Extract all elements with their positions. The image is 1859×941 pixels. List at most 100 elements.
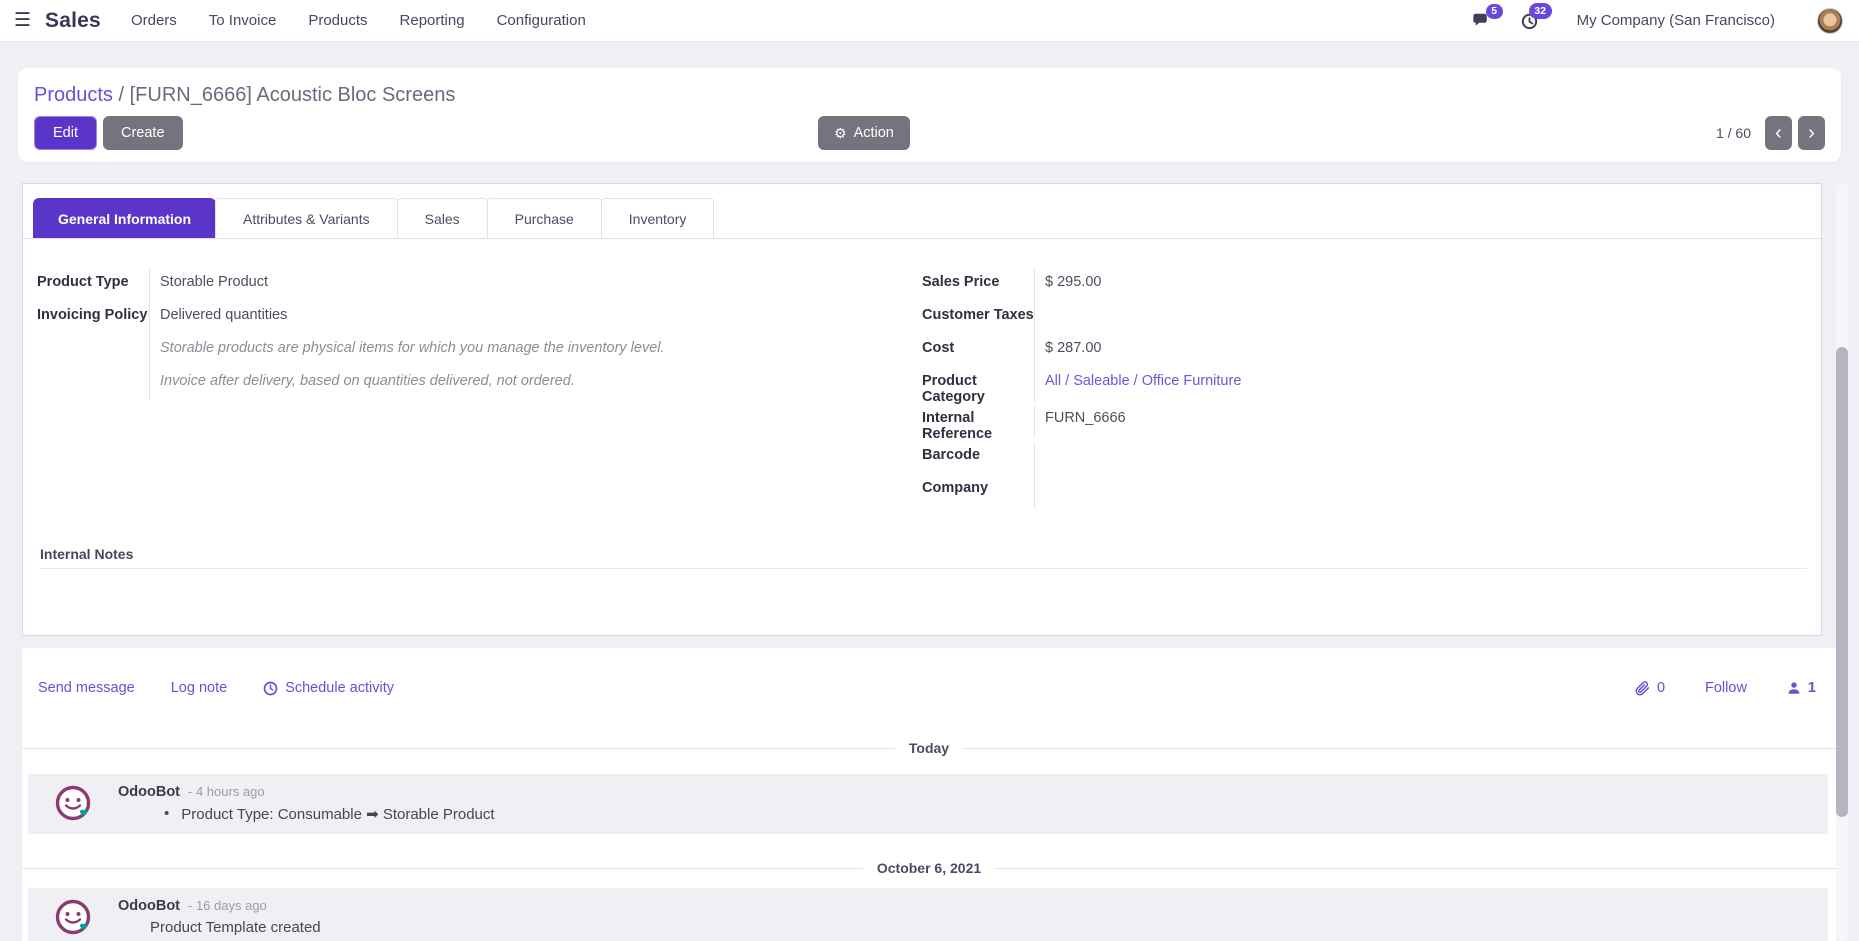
person-icon bbox=[1787, 681, 1801, 695]
user-avatar[interactable] bbox=[1817, 8, 1843, 34]
field-label: Invoicing Policy bbox=[37, 302, 149, 323]
tab-purchase[interactable]: Purchase bbox=[487, 198, 602, 238]
field-value: $ 287.00 bbox=[1034, 335, 1807, 368]
menu-item-to-invoice[interactable]: To Invoice bbox=[209, 12, 277, 29]
menu-item-reporting[interactable]: Reporting bbox=[400, 12, 465, 29]
tracking-change-text: Product Type: Consumable ➡ Storable Prod… bbox=[181, 805, 494, 823]
action-button[interactable]: ⚙ Action bbox=[818, 116, 910, 150]
field-value bbox=[1034, 475, 1807, 508]
form-right-column: Sales Price $ 295.00 Customer Taxes Cost… bbox=[922, 269, 1807, 508]
general-information-panel: Product Type Storable Product Invoicing … bbox=[23, 239, 1821, 508]
internal-notes-divider bbox=[40, 568, 1807, 569]
field-barcode: Barcode bbox=[922, 442, 1807, 475]
pager-value[interactable]: 1 / 60 bbox=[1716, 125, 1751, 141]
create-button[interactable]: Create bbox=[103, 116, 183, 150]
tab-attributes-variants[interactable]: Attributes & Variants bbox=[215, 198, 398, 238]
paperclip-icon bbox=[1635, 681, 1650, 696]
field-value: $ 295.00 bbox=[1034, 269, 1807, 302]
message-timestamp: - 4 hours ago bbox=[188, 784, 265, 799]
breadcrumb-products-link[interactable]: Products bbox=[34, 84, 113, 106]
pager-next-button[interactable]: › bbox=[1798, 116, 1825, 150]
send-message-button[interactable]: Send message bbox=[38, 680, 135, 696]
field-label: Cost bbox=[922, 335, 1034, 356]
tab-general-information[interactable]: General Information bbox=[33, 198, 216, 238]
field-value: Storable Product bbox=[149, 269, 922, 302]
schedule-activity-button[interactable]: Schedule activity bbox=[263, 680, 394, 696]
attachment-count: 0 bbox=[1657, 680, 1665, 696]
menu-item-orders[interactable]: Orders bbox=[131, 12, 177, 29]
control-panel-buttons: Edit Create ⚙ Action 1 / 60 ‹ › bbox=[34, 116, 1825, 150]
date-divider-label: Today bbox=[909, 740, 949, 756]
activities-button[interactable]: 32 bbox=[1520, 11, 1539, 30]
bullet: • bbox=[164, 805, 169, 823]
messages-button[interactable]: 5 bbox=[1471, 12, 1490, 30]
odoobot-avatar bbox=[54, 898, 92, 936]
pager-previous-button[interactable]: ‹ bbox=[1765, 116, 1792, 150]
message-author[interactable]: OdooBot bbox=[118, 898, 180, 914]
tab-sales[interactable]: Sales bbox=[397, 198, 488, 238]
log-note-button[interactable]: Log note bbox=[171, 680, 227, 696]
product-type-help-text: Storable products are physical items for… bbox=[149, 335, 922, 368]
invoicing-policy-help-row: Invoice after delivery, based on quantit… bbox=[37, 368, 922, 401]
menu-item-configuration[interactable]: Configuration bbox=[497, 12, 586, 29]
gear-icon: ⚙ bbox=[834, 126, 847, 140]
form-sheet: General Information Attributes & Variant… bbox=[22, 183, 1822, 636]
company-switcher[interactable]: My Company (San Francisco) bbox=[1577, 12, 1775, 29]
message-timestamp: - 16 days ago bbox=[188, 898, 267, 913]
messages-badge: 5 bbox=[1486, 4, 1503, 20]
schedule-activity-label: Schedule activity bbox=[285, 680, 394, 696]
field-label: Internal Reference bbox=[922, 405, 1034, 442]
field-label: Company bbox=[922, 475, 1034, 496]
main-menu: Orders To Invoice Products Reporting Con… bbox=[131, 12, 586, 29]
date-divider-label: October 6, 2021 bbox=[877, 860, 981, 876]
field-cost: Cost $ 287.00 bbox=[922, 335, 1807, 368]
message-body: • Product Type: Consumable ➡ Storable Pr… bbox=[164, 805, 1814, 823]
date-divider-today: Today bbox=[22, 740, 1836, 756]
app-name[interactable]: Sales bbox=[45, 9, 101, 33]
notebook-tabs: General Information Attributes & Variant… bbox=[23, 184, 1821, 239]
schedule-clock-icon bbox=[263, 681, 278, 696]
control-panel: Products / [FURN_6666] Acoustic Bloc Scr… bbox=[18, 68, 1841, 162]
chatter: Send message Log note Schedule activity … bbox=[22, 648, 1836, 941]
field-label: Product Type bbox=[37, 269, 149, 290]
field-label: Product Category bbox=[922, 368, 1034, 405]
follow-button[interactable]: Follow bbox=[1705, 680, 1747, 696]
field-label: Sales Price bbox=[922, 269, 1034, 290]
field-value bbox=[1034, 302, 1807, 335]
field-value: Delivered quantities bbox=[149, 302, 922, 335]
field-sales-price: Sales Price $ 295.00 bbox=[922, 269, 1807, 302]
breadcrumb-separator: / bbox=[119, 84, 125, 106]
breadcrumb: Products / [FURN_6666] Acoustic Bloc Scr… bbox=[34, 82, 1825, 108]
field-product-type: Product Type Storable Product bbox=[37, 269, 922, 302]
message-item: OdooBot - 4 hours ago • Product Type: Co… bbox=[28, 774, 1828, 834]
vertical-scrollbar-track[interactable] bbox=[1836, 183, 1848, 941]
product-category-link[interactable]: All / Saleable / Office Furniture bbox=[1034, 368, 1807, 401]
field-value: FURN_6666 bbox=[1034, 405, 1807, 438]
product-type-help-row: Storable products are physical items for… bbox=[37, 335, 922, 368]
navbar-right: 5 32 My Company (San Francisco) bbox=[1471, 8, 1847, 34]
follower-count: 1 bbox=[1808, 680, 1816, 696]
tracking-change-text: Product Template created bbox=[150, 919, 321, 936]
pager: 1 / 60 ‹ › bbox=[1716, 116, 1825, 150]
hamburger-menu-icon[interactable]: ☰ bbox=[14, 9, 31, 32]
breadcrumb-current: [FURN_6666] Acoustic Bloc Screens bbox=[130, 84, 456, 106]
edit-button[interactable]: Edit bbox=[34, 116, 97, 150]
message-author[interactable]: OdooBot bbox=[118, 784, 180, 800]
tab-inventory[interactable]: Inventory bbox=[601, 198, 715, 238]
activities-badge: 32 bbox=[1529, 3, 1552, 19]
vertical-scrollbar-thumb[interactable] bbox=[1836, 347, 1848, 817]
field-company: Company bbox=[922, 475, 1807, 508]
message-body: Product Template created bbox=[150, 919, 1814, 936]
followers-button[interactable]: 1 bbox=[1787, 680, 1816, 696]
field-label: Customer Taxes bbox=[922, 302, 1034, 323]
menu-item-products[interactable]: Products bbox=[308, 12, 367, 29]
chatter-right-toolbar: 0 Follow 1 bbox=[1635, 680, 1826, 696]
form-left-column: Product Type Storable Product Invoicing … bbox=[37, 269, 922, 508]
internal-notes-section: Internal Notes bbox=[40, 546, 1807, 569]
attachments-button[interactable]: 0 bbox=[1635, 680, 1665, 696]
field-customer-taxes: Customer Taxes bbox=[922, 302, 1807, 335]
top-navbar: ☰ Sales Orders To Invoice Products Repor… bbox=[0, 0, 1859, 42]
chatter-toolbar: Send message Log note Schedule activity … bbox=[22, 680, 1836, 696]
action-button-label: Action bbox=[854, 125, 894, 141]
field-value bbox=[1034, 442, 1807, 475]
